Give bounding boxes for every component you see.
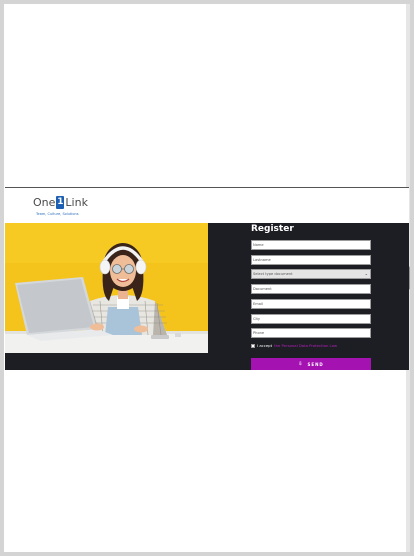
terms-checkbox[interactable] [251, 343, 255, 348]
logo-number-badge: 1 [56, 195, 65, 209]
email-field[interactable]: Email [251, 299, 371, 309]
site-header: One 1 Link Team, Culture, Solutions [5, 187, 409, 223]
name-field[interactable]: Name [251, 240, 371, 250]
send-label: SEND [307, 361, 324, 367]
city-field[interactable]: City [251, 314, 371, 324]
logo-one-text: One [33, 195, 56, 209]
send-button[interactable]: ⇩ SEND [251, 358, 371, 370]
brand-logo[interactable]: One 1 Link Team, Culture, Solutions [33, 195, 88, 216]
hero-photo [5, 223, 208, 353]
register-title: Register [251, 224, 294, 234]
terms-link[interactable]: the Personal Data Protection Law [274, 343, 337, 348]
lastname-field[interactable]: Lastname [251, 255, 371, 265]
logo-wordmark: One 1 Link [33, 195, 88, 209]
chevron-down-icon: ⌄ [364, 271, 368, 276]
logo-link-text: Link [65, 195, 88, 209]
document-field[interactable]: Document [251, 284, 371, 294]
document-type-value: Select type document [253, 272, 293, 276]
send-icon: ⇩ [298, 361, 304, 367]
terms-label: I accept [257, 343, 273, 348]
phone-field[interactable]: Phone [251, 328, 371, 338]
woman-laptop-illustration [5, 223, 208, 353]
hero-section: Register Name Lastname Select type docum… [5, 223, 409, 370]
logo-tagline: Team, Culture, Solutions [36, 212, 79, 216]
document-type-select[interactable]: Select type document ⌄ [251, 269, 371, 279]
terms-row: I accept the Personal Data Protection La… [251, 343, 337, 348]
